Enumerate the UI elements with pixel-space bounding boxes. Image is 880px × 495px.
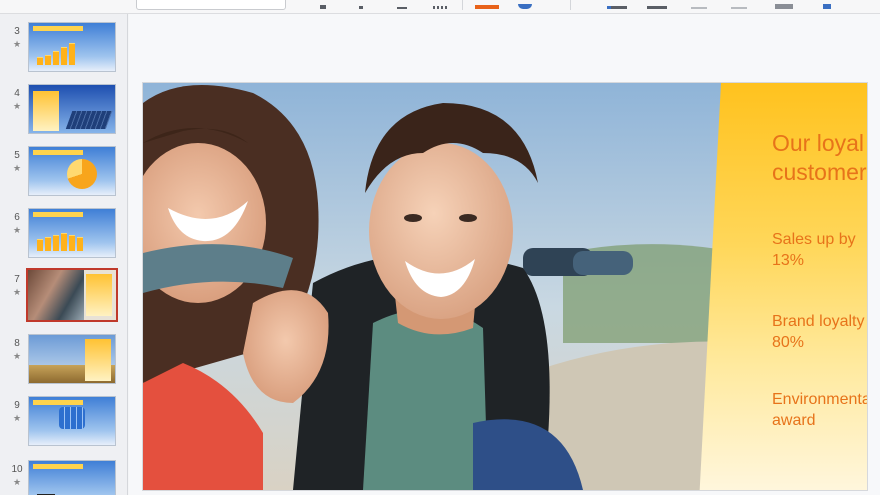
slide-preview [28,460,116,495]
slide-number: 10 [11,464,23,475]
preview-shape [37,43,75,65]
font-size-dropdown[interactable] [136,0,286,10]
slide-preview [28,22,116,72]
slide-heading[interactable]: Our loyal customers [772,129,867,187]
slide-thumbnail[interactable]: 9 ★ [0,392,127,450]
slide-number: 3 [14,26,20,37]
preview-shape [86,274,112,316]
heading-line-1: Our loyal [772,130,865,156]
stat-sales-line-2: 13% [772,252,805,269]
decrease-indent-button[interactable] [690,0,708,9]
slide-star-icon: ★ [12,287,22,297]
slide-preview [28,84,116,134]
preview-shape [59,407,85,429]
heading-line-2: customers [772,159,867,185]
numbered-list-button[interactable] [646,0,668,9]
slide-preview [28,146,116,196]
underline-button[interactable] [396,0,408,9]
slide-number: 9 [14,400,20,411]
stats-panel: Our loyal customers Sales up by 13% $ Br… [699,83,867,490]
slide-canvas[interactable]: Our loyal customers Sales up by 13% $ Br… [143,83,867,490]
slide-thumbnail[interactable]: 8 ★ [0,330,127,388]
slide-star-icon: ★ [12,225,22,235]
slide-preview [28,396,116,446]
italic-button[interactable] [356,0,366,9]
formatting-toolbar [0,0,880,14]
stat-sales-line-1: Sales up by [772,231,856,248]
strikethrough-button[interactable] [432,0,448,9]
slide-preview [28,334,116,384]
slide-star-icon: ★ [12,101,22,111]
slide-number: 6 [14,212,20,223]
slide-number: 8 [14,338,20,349]
slide-number: 7 [14,274,20,285]
more-options-button[interactable] [822,0,832,9]
slide-star-icon: ★ [12,39,22,49]
slide-star-icon: ★ [12,163,22,173]
slide-number: 5 [14,150,20,161]
slide-thumbnail[interactable]: 7 ★ [0,266,127,324]
slide-number: 4 [14,88,20,99]
stat-sales[interactable]: Sales up by 13% [772,229,867,271]
slide-thumbnail[interactable]: 5 ★ [0,142,127,200]
bold-button[interactable] [318,0,328,9]
preview-shape [33,400,83,405]
bullet-list-button[interactable] [606,0,628,9]
increase-indent-button[interactable] [730,0,748,9]
slide-preview [28,208,116,258]
slide-thumbnail[interactable]: 4 ★ [0,80,127,138]
preview-shape [33,212,83,217]
slide-thumbnail[interactable]: 6 ★ [0,204,127,262]
preview-shape [28,270,84,320]
stat-brand-loyalty[interactable]: Brand loyalty 80% [772,311,867,353]
preview-shape [37,233,83,251]
preview-shape [65,111,113,129]
stat-award-line-1: Environmental [772,391,867,408]
slide-thumbnail-panel: 3 ★ 4 ★ 5 ★ 6 ★ 7 ★ 8 ★ 9 ★ 10 ★ [0,14,128,495]
stat-brand-loyalty-line-2: 80% [772,334,805,351]
presentation-editor: 3 ★ 4 ★ 5 ★ 6 ★ 7 ★ 8 ★ 9 ★ 10 ★ Our loy… [0,0,880,495]
preview-shape [33,464,83,469]
preview-shape [33,26,83,31]
slide-preview [26,268,118,322]
insert-textbox-button[interactable] [774,0,794,9]
stat-environmental-award[interactable]: Environmental award [772,389,867,431]
preview-shape [67,159,97,189]
slide-thumbnail[interactable]: 3 ★ [0,18,127,76]
slide-star-icon: ★ [12,351,22,361]
stat-brand-loyalty-line-1: Brand loyalty [772,313,865,330]
stat-award-line-2: award [772,412,816,429]
font-color-button[interactable] [474,0,500,9]
preview-shape [33,91,59,131]
slide-star-icon: ★ [12,477,22,487]
format-painter-button[interactable] [514,0,536,9]
preview-shape [33,150,83,155]
slide-thumbnail[interactable]: 10 ★ [0,456,127,495]
preview-shape [85,339,111,381]
slide-star-icon: ★ [12,413,22,423]
